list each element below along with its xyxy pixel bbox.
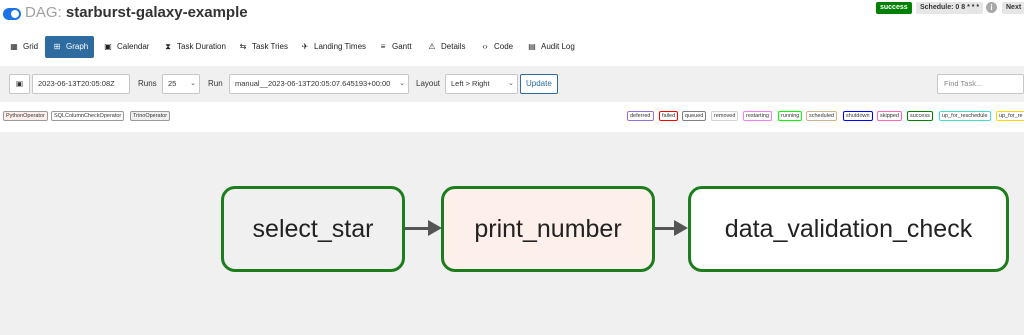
legend-row: PythonOperator SQLColumnCheckOperator Tr…: [0, 109, 1024, 125]
state-legend-skipped: skipped: [877, 111, 902, 121]
dag-title-name: starburst-galaxy-example: [65, 4, 248, 21]
state-legend-scheduled: scheduled: [806, 111, 838, 121]
tab-label: Graph: [66, 42, 89, 51]
task-node-label: print_number: [474, 215, 622, 243]
run-select[interactable]: manual__2023-06-13T20:05:07.645193+00:00…: [229, 74, 409, 94]
update-button[interactable]: Update: [520, 74, 558, 94]
landing-icon: ✈: [301, 42, 309, 51]
tab-graph[interactable]: ⊞ Graph: [45, 36, 95, 58]
tab-task-tries[interactable]: ⇆ Task Tries: [237, 36, 288, 58]
run-select-value: manual__2023-06-13T20:05:07.645193+00:00: [235, 79, 391, 88]
edge-arrowhead: [674, 220, 688, 236]
calendar-icon: ▣: [104, 42, 112, 51]
tab-gantt[interactable]: ≡ Gantt: [377, 36, 412, 58]
state-legend-success: success: [907, 111, 933, 121]
graph-toolbar: ▣ 2023-06-13T20:05:08Z Runs 25 ⌄ Run man…: [0, 66, 1024, 102]
warning-icon: ⚠: [428, 42, 436, 51]
tab-label: Gantt: [392, 42, 412, 51]
runs-label: Runs: [138, 79, 157, 88]
state-legend-up-for-retry: up_for_re: [996, 111, 1024, 121]
layout-select[interactable]: Left > Right ⌄: [445, 74, 518, 94]
calendar-picker-icon[interactable]: ▣: [9, 74, 30, 94]
next-run-badge: Next: [1002, 2, 1024, 14]
audit-icon: ▤: [528, 42, 536, 51]
task-node-data-validation-check[interactable]: data_validation_check: [688, 186, 1009, 272]
edge-arrowhead: [428, 220, 442, 236]
dag-pause-toggle[interactable]: [3, 8, 21, 20]
tab-audit-log[interactable]: ▤ Audit Log: [526, 36, 575, 58]
dag-title: DAG: starburst-galaxy-example: [25, 4, 248, 22]
operator-legend-trino: TrinoOperator: [130, 111, 171, 121]
grid-icon: ▦: [10, 42, 18, 51]
dag-header: DAG: starburst-galaxy-example success Sc…: [0, 0, 1024, 32]
tab-code[interactable]: ‹› Code: [479, 36, 513, 58]
tab-label: Calendar: [117, 42, 150, 51]
operator-legend-sqlcolumncheck: SQLColumnCheckOperator: [51, 111, 125, 121]
retry-icon: ⇆: [239, 42, 247, 51]
runs-select[interactable]: 25 ⌄: [162, 74, 200, 94]
state-legend-deferred: deferred: [627, 111, 654, 121]
tab-label: Grid: [23, 42, 39, 51]
code-icon: ‹›: [482, 42, 488, 51]
graph-icon: ⊞: [53, 42, 61, 51]
chevron-down-icon: ⌄: [190, 80, 196, 87]
info-icon[interactable]: i: [986, 2, 997, 13]
tab-label: Code: [494, 42, 514, 51]
graph-canvas[interactable]: select_star print_number data_validation…: [0, 132, 1024, 335]
find-task-input[interactable]: Find Task...: [937, 74, 1024, 94]
schedule-badge: Schedule: 0 8 * * *: [916, 2, 984, 14]
state-legend-queued: queued: [682, 111, 707, 121]
tab-label: Details: [441, 42, 466, 51]
chevron-down-icon: ⌄: [399, 80, 405, 87]
state-legend-failed: failed: [659, 111, 679, 121]
gantt-icon: ≡: [380, 42, 386, 51]
layout-select-value: Left > Right: [451, 79, 490, 88]
status-badge: success: [876, 2, 912, 14]
run-label: Run: [208, 79, 223, 88]
state-legend-removed: removed: [711, 111, 739, 121]
chevron-down-icon: ⌄: [508, 80, 514, 87]
tab-label: Landing Times: [314, 42, 367, 51]
operator-legend-python: PythonOperator: [3, 111, 48, 121]
state-legend-up-for-reschedule: up_for_reschedule: [939, 111, 991, 121]
tab-landing-times[interactable]: ✈ Landing Times: [299, 36, 366, 58]
state-legend-shutdown: shutdown: [843, 111, 873, 121]
dag-title-prefix: DAG:: [25, 4, 62, 21]
tab-label: Audit Log: [541, 42, 575, 51]
task-node-label: select_star: [252, 215, 374, 243]
base-date-input[interactable]: 2023-06-13T20:05:08Z: [32, 74, 130, 94]
task-node-select-star[interactable]: select_star: [221, 186, 405, 272]
runs-select-value: 25: [168, 79, 177, 88]
tab-calendar[interactable]: ▣ Calendar: [102, 36, 149, 58]
state-legend-running: running: [778, 111, 803, 121]
layout-label: Layout: [416, 79, 441, 88]
task-node-print-number[interactable]: print_number: [441, 186, 655, 272]
tab-label: Task Tries: [252, 42, 289, 51]
tab-details[interactable]: ⚠ Details: [426, 36, 465, 58]
state-legend-restarting: restarting: [743, 111, 772, 121]
tab-grid[interactable]: ▦ Grid: [8, 36, 38, 58]
hourglass-icon: ⧗: [165, 42, 171, 51]
view-tabs: ▦ Grid ⊞ Graph ▣ Calendar ⧗ Task Duration ⇆ T…: [0, 36, 1024, 58]
tab-task-duration[interactable]: ⧗ Task Duration: [162, 36, 226, 58]
tab-label: Task Duration: [177, 42, 226, 51]
task-node-label: data_validation_check: [724, 215, 973, 243]
